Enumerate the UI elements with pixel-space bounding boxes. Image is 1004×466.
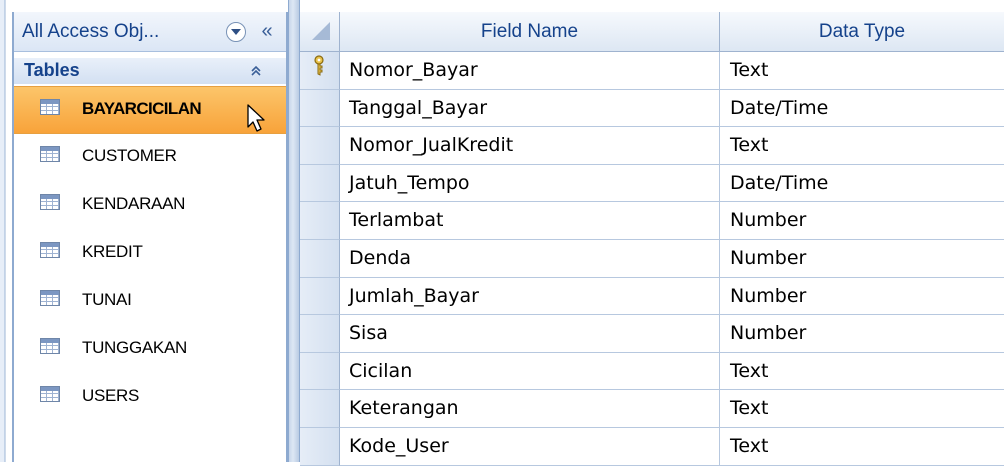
- table-row[interactable]: Jatuh_Tempo Date/Time: [300, 164, 1004, 203]
- table-row[interactable]: Keterangan Text: [300, 390, 1004, 428]
- field-name-cell[interactable]: Nomor_Bayar: [340, 52, 720, 90]
- table-design-grid: Field Name Data Type Nomor_Bayar Text Ta…: [300, 12, 1004, 466]
- data-type-cell[interactable]: Text: [720, 353, 1004, 391]
- row-selector[interactable]: [300, 315, 340, 353]
- row-selector[interactable]: [300, 352, 340, 391]
- nav-item-kredit[interactable]: KREDIT: [14, 230, 286, 278]
- row-selector[interactable]: [300, 277, 340, 316]
- data-type-cell[interactable]: Number: [720, 202, 1004, 240]
- nav-pane-header[interactable]: All Access Obj... «: [14, 12, 286, 52]
- table-row[interactable]: Sisa Number: [300, 315, 1004, 353]
- nav-item-label: CUSTOMER: [82, 146, 177, 165]
- field-name-cell[interactable]: Cicilan: [340, 352, 720, 391]
- nav-item-kendaraan[interactable]: KENDARAAN: [14, 182, 286, 230]
- primary-key-icon: [314, 55, 324, 76]
- table-row[interactable]: Nomor_Bayar Text: [300, 52, 1004, 90]
- nav-item-label: BAYARCICILAN: [82, 99, 202, 118]
- row-selector[interactable]: [300, 427, 340, 466]
- nav-item-label: USERS: [82, 386, 140, 405]
- table-icon: [40, 242, 60, 258]
- table-row[interactable]: Cicilan Text: [300, 352, 1004, 391]
- field-name-cell[interactable]: Sisa: [340, 315, 720, 353]
- table-icon: [40, 386, 60, 402]
- column-header-field-name[interactable]: Field Name: [340, 12, 720, 52]
- data-type-cell[interactable]: Text: [720, 127, 1004, 165]
- group-header-tables[interactable]: Tables: [14, 58, 286, 84]
- field-name-cell[interactable]: Keterangan: [340, 390, 720, 428]
- nav-item-customer[interactable]: CUSTOMER: [14, 134, 286, 182]
- nav-item-tunai[interactable]: TUNAI: [14, 278, 286, 326]
- collapse-pane-icon[interactable]: «: [256, 18, 278, 44]
- group-title: Tables: [24, 60, 80, 80]
- table-icon: [40, 290, 60, 306]
- data-type-cell[interactable]: Number: [720, 278, 1004, 316]
- grid-header: Field Name Data Type: [300, 12, 1004, 52]
- table-row[interactable]: Nomor_JualKredit Text: [300, 127, 1004, 165]
- nav-item-label: KENDARAAN: [82, 194, 186, 213]
- row-selector[interactable]: [300, 164, 340, 203]
- field-name-cell[interactable]: Nomor_JualKredit: [340, 127, 720, 165]
- navigation-pane: All Access Obj... « Tables BAYARCICILAN …: [12, 12, 288, 462]
- data-type-cell[interactable]: Date/Time: [720, 90, 1004, 128]
- nav-item-users[interactable]: USERS: [14, 374, 286, 422]
- table-row[interactable]: Kode_User Text: [300, 427, 1004, 466]
- table-icon: [40, 146, 60, 162]
- data-type-cell[interactable]: Text: [720, 52, 1004, 90]
- table-icon: [40, 99, 60, 115]
- nav-item-label: TUNGGAKAN: [82, 338, 187, 357]
- table-row[interactable]: Tanggal_Bayar Date/Time: [300, 89, 1004, 128]
- row-selector[interactable]: [300, 89, 340, 128]
- field-name-cell[interactable]: Jatuh_Tempo: [340, 164, 720, 203]
- table-row[interactable]: Terlambat Number: [300, 202, 1004, 240]
- chevron-down-icon[interactable]: [226, 22, 246, 42]
- row-selector[interactable]: [300, 239, 340, 278]
- collapse-group-icon[interactable]: [246, 60, 266, 82]
- mouse-cursor-icon: [247, 104, 265, 132]
- field-name-cell[interactable]: Kode_User: [340, 427, 720, 466]
- field-name-cell[interactable]: Jumlah_Bayar: [340, 277, 720, 316]
- row-selector[interactable]: [300, 52, 340, 90]
- data-type-cell[interactable]: Date/Time: [720, 165, 1004, 203]
- table-icon: [40, 338, 60, 354]
- data-type-cell[interactable]: Text: [720, 428, 1004, 466]
- nav-pane-title[interactable]: All Access Obj...: [22, 21, 159, 43]
- table-row[interactable]: Jumlah_Bayar Number: [300, 277, 1004, 316]
- select-all-corner[interactable]: [300, 12, 340, 52]
- nav-item-label: TUNAI: [82, 290, 132, 309]
- window-left-edge: [0, 0, 12, 462]
- field-name-cell[interactable]: Denda: [340, 239, 720, 278]
- pane-splitter[interactable]: [288, 0, 300, 462]
- field-rows: Nomor_Bayar Text Tanggal_Bayar Date/Time…: [300, 52, 1004, 466]
- nav-item-bayarcicilan[interactable]: BAYARCICILAN: [14, 86, 286, 134]
- column-header-data-type[interactable]: Data Type: [720, 12, 1004, 52]
- field-name-cell[interactable]: Terlambat: [340, 202, 720, 240]
- data-type-cell[interactable]: Number: [720, 240, 1004, 278]
- field-name-cell[interactable]: Tanggal_Bayar: [340, 89, 720, 128]
- data-type-cell[interactable]: Number: [720, 315, 1004, 353]
- row-selector[interactable]: [300, 202, 340, 240]
- row-selector[interactable]: [300, 390, 340, 428]
- table-row[interactable]: Denda Number: [300, 239, 1004, 278]
- nav-item-label: KREDIT: [82, 242, 143, 261]
- table-icon: [40, 194, 60, 210]
- row-selector[interactable]: [300, 127, 340, 165]
- nav-item-tunggakan[interactable]: TUNGGAKAN: [14, 326, 286, 374]
- object-list: BAYARCICILAN CUSTOMER KENDARAAN KREDIT T…: [14, 86, 286, 422]
- data-type-cell[interactable]: Text: [720, 390, 1004, 428]
